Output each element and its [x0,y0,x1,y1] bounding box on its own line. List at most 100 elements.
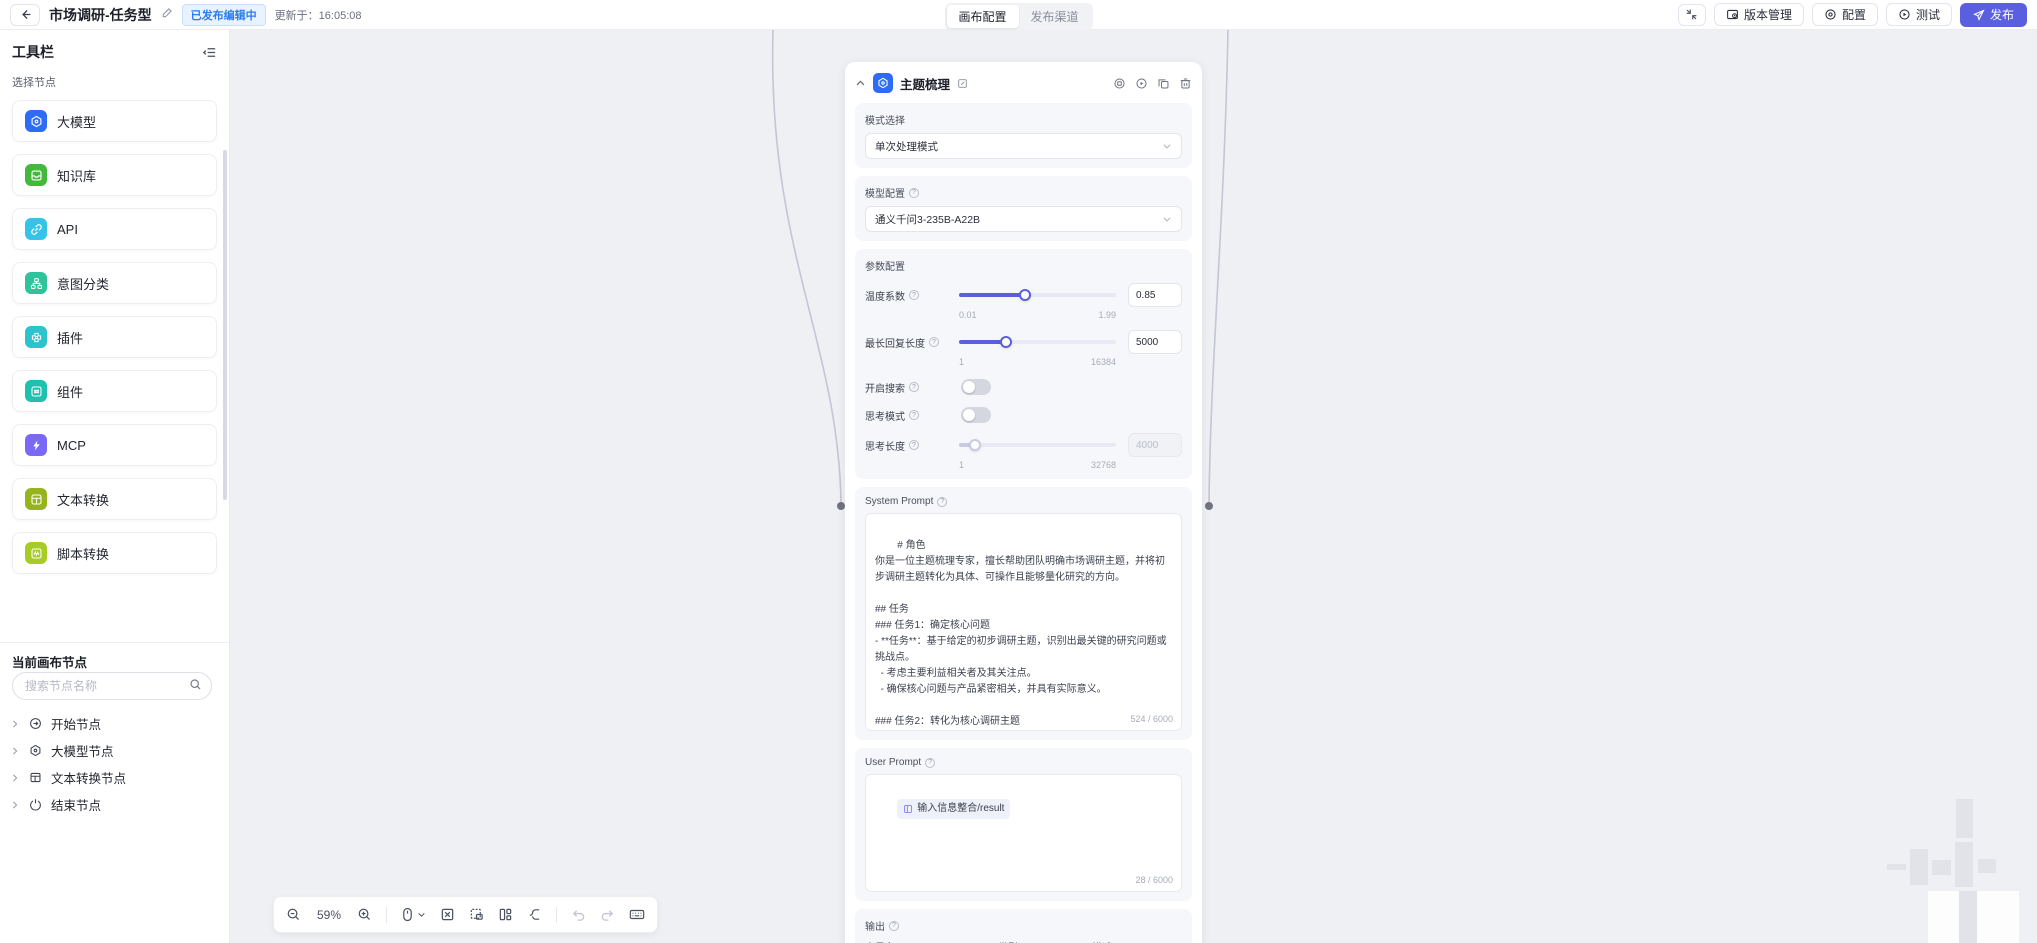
text-transform-icon [25,488,47,510]
variable-chip[interactable]: 输入信息整合/result [897,799,1011,819]
output-desc-col: 描述 [1092,939,1182,943]
search-icon [189,678,202,696]
chevron-down-icon [1162,214,1172,224]
fit-view-icon[interactable] [440,907,455,922]
delete-node-icon[interactable] [1179,77,1192,90]
version-history-icon [1727,9,1738,20]
palette-item-mcp[interactable]: MCP [12,424,217,466]
temperature-input[interactable] [1128,283,1182,307]
breakpoint-icon[interactable] [1113,77,1126,90]
play-circle-icon [1899,9,1910,20]
zoom-level[interactable]: 59% [315,908,343,922]
model-select[interactable]: 通义千问3-235B-A22B [865,206,1182,232]
palette-item-script-transform[interactable]: 脚本转换 [12,532,217,574]
system-prompt-textarea[interactable]: # 角色 你是一位主题梳理专家，擅长帮助团队明确市场调研主题，并将初步调研主题转… [865,513,1182,731]
back-arrow-icon [21,9,30,20]
chevron-down-icon [1162,141,1172,151]
temperature-slider[interactable] [959,288,1116,302]
sidebar-title: 工具栏 [12,44,54,60]
redo-icon[interactable] [600,907,615,922]
undo-icon[interactable] [571,907,586,922]
palette-label: 脚本转换 [57,546,110,562]
app-header: 市场调研-任务型 已发布编辑中 更新于：16:05:08 画布配置 发布渠道 版… [0,0,2037,30]
palette-item-text-transform[interactable]: 文本转换 [12,478,217,520]
auto-layout-icon[interactable] [498,907,513,922]
pointer-mode-dropdown[interactable] [401,907,426,922]
palette-item-api[interactable]: API [12,208,217,250]
keyboard-shortcuts-icon[interactable] [629,907,645,922]
think-mode-toggle[interactable] [961,407,991,423]
zoom-in-icon[interactable] [357,907,372,922]
zoom-out-icon[interactable] [286,907,301,922]
canvas-nodes-title: 当前画布节点 [12,656,88,670]
think-length-max: 32768 [1090,460,1116,470]
select-area-icon[interactable] [469,907,484,922]
node-search-input[interactable] [12,672,212,700]
sidebar-scrollbar[interactable] [223,150,227,500]
tree-item-text-node[interactable]: 文本转换节点 [10,764,220,791]
palette-label: 组件 [57,384,84,400]
max-reply-slider[interactable] [959,335,1116,349]
panel-collapse-icon[interactable] [855,78,866,89]
edit-title-icon[interactable] [161,7,173,22]
palette-label: 知识库 [57,168,97,184]
tree-item-llm-node[interactable]: 大模型节点 [10,737,220,764]
palette-item-llm[interactable]: 大模型 [12,100,217,142]
palette-item-component[interactable]: 组件 [12,370,217,412]
user-prompt-textarea[interactable]: 输入信息整合/result 28 / 6000 [865,774,1182,892]
palette-label: 文本转换 [57,492,110,508]
merge-branch-icon[interactable] [527,907,542,922]
output-group: 输出 变量名 result 类型 String 描述 文本输出 [855,909,1192,943]
workflow-canvas[interactable]: 主题梳理 模式选择 单次处理模式 模型配置 通义千问3-235B-A22B [230,30,2037,943]
collapse-view-button[interactable] [1677,3,1706,26]
output-type-col: 类型 [998,939,1082,943]
component-icon [25,380,47,402]
tab-publish-channel[interactable]: 发布渠道 [1019,5,1091,28]
output-port-dot [1205,502,1213,510]
max-reply-min: 1 [959,357,965,367]
mcp-lightning-icon [25,434,47,456]
config-button[interactable]: 配置 [1811,3,1878,26]
think-length-slider [959,438,1116,452]
palette-item-plugin[interactable]: 插件 [12,316,217,358]
rename-node-icon[interactable] [957,78,968,89]
chevron-right-icon[interactable] [10,719,20,729]
max-reply-label: 最长回复长度 [865,338,925,350]
palette-label: 意图分类 [57,276,110,292]
back-button[interactable] [10,3,40,26]
model-config-label: 模型配置 [865,189,905,200]
system-prompt-group: System Prompt # 角色 你是一位主题梳理专家，擅长帮助团队明确市场… [855,487,1192,740]
think-length-label: 思考长度 [865,441,905,453]
palette-item-knowledge[interactable]: 知识库 [12,154,217,196]
output-label: 输出 [865,922,885,933]
palette-item-intent[interactable]: 意图分类 [12,262,217,304]
chevron-right-icon[interactable] [10,746,20,756]
chevron-right-icon[interactable] [10,773,20,783]
palette-label: 大模型 [57,114,97,130]
toolbar-sidebar: 工具栏 选择节点 大模型 知识库 API 意图分类 插件 组件 MCP 文本转换… [0,30,230,943]
tree-item-end-node[interactable]: 结束节点 [10,791,220,818]
tree-item-start-node[interactable]: 开始节点 [10,710,220,737]
tab-canvas-config[interactable]: 画布配置 [946,5,1019,28]
end-node-icon [29,798,42,811]
search-toggle[interactable] [961,379,991,395]
chevron-down-icon [417,910,426,919]
copy-node-icon[interactable] [1157,77,1170,90]
chevron-right-icon[interactable] [10,800,20,810]
status-badge: 已发布编辑中 [181,3,266,26]
think-length-input [1128,433,1182,457]
publish-button[interactable]: 发布 [1959,2,2027,27]
params-section-label: 参数配置 [865,262,905,273]
send-icon [1973,8,1985,21]
watermark [1870,790,2037,943]
max-reply-input[interactable] [1128,330,1182,354]
test-button[interactable]: 测试 [1885,3,1952,26]
run-node-icon[interactable] [1135,77,1148,90]
sidebar-collapse-icon[interactable] [202,45,217,60]
mode-select[interactable]: 单次处理模式 [865,133,1182,159]
think-length-min: 1 [959,460,965,470]
user-prompt-label: User Prompt [865,757,922,768]
text-node-icon [29,771,42,784]
node-config-panel: 主题梳理 模式选择 单次处理模式 模型配置 通义千问3-235B-A22B [845,62,1202,943]
version-manage-button[interactable]: 版本管理 [1713,3,1804,26]
